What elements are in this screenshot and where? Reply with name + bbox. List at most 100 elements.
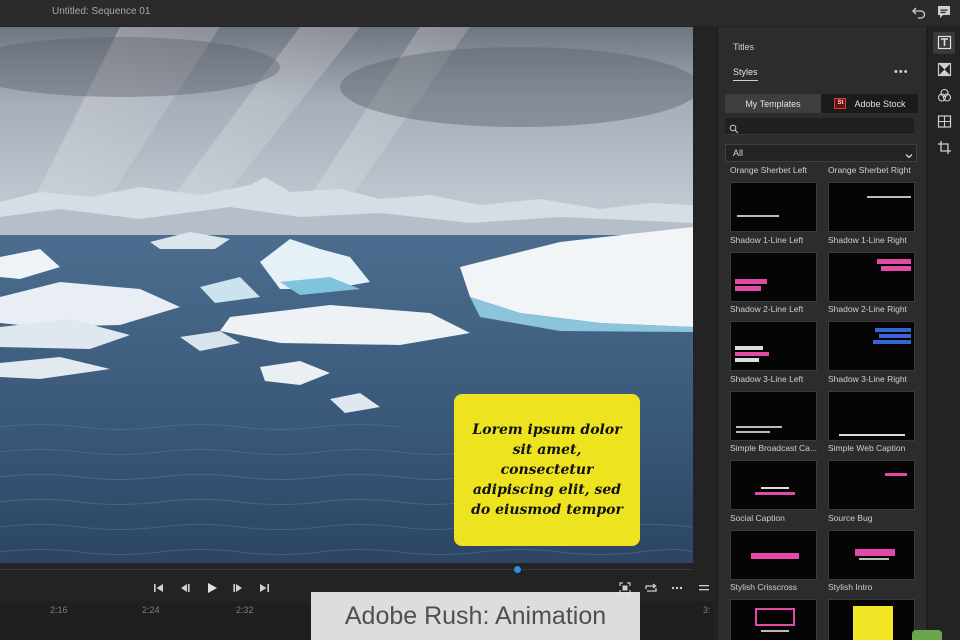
template-label: Orange Sherbet Right xyxy=(828,165,911,175)
thumb-caption-bar xyxy=(873,340,911,344)
template-thumbnail[interactable] xyxy=(730,321,817,371)
thumb-caption-bar xyxy=(735,346,763,350)
playback-scrubber[interactable] xyxy=(0,566,693,573)
search-box[interactable] xyxy=(725,118,914,135)
template-tile[interactable]: Shadow 3-Line Left xyxy=(730,374,820,444)
template-thumbnail[interactable] xyxy=(828,182,915,232)
template-tile[interactable]: Shadow 2-Line Left xyxy=(730,304,820,374)
video-preview[interactable]: Lorem ipsum dolor sit amet, consectetur … xyxy=(0,27,693,563)
tool-rail xyxy=(927,27,960,640)
category-dropdown[interactable]: All xyxy=(725,144,917,162)
thumb-caption-bar xyxy=(755,492,795,495)
my-templates-label: My Templates xyxy=(745,98,801,109)
thumb-text-line xyxy=(761,487,789,489)
layout-icon[interactable] xyxy=(937,114,952,129)
more-options-icon[interactable] xyxy=(670,581,684,595)
adobe-stock-logo-icon: St xyxy=(834,98,847,109)
thumb-caption-bar xyxy=(735,285,761,291)
adobe-stock-label: Adobe Stock xyxy=(854,98,906,109)
template-label: Social Caption xyxy=(730,512,785,523)
search-icon xyxy=(729,121,739,139)
template-tile[interactable]: Stylish Crisscross xyxy=(730,582,820,640)
document-title: Untitled: Sequence 01 xyxy=(52,6,151,17)
template-tile[interactable]: Shadow 2-Line Right xyxy=(828,304,918,374)
tab-styles[interactable]: Styles xyxy=(733,67,758,81)
go-to-end-icon[interactable] xyxy=(257,581,271,595)
undo-icon[interactable] xyxy=(911,4,927,20)
template-thumbnail[interactable] xyxy=(828,599,915,640)
thumb-text-line xyxy=(859,557,889,560)
template-label: Shadow 2-Line Right xyxy=(828,304,907,314)
template-tile[interactable]: Shadow 3-Line Right xyxy=(828,374,918,444)
playhead-handle[interactable] xyxy=(514,566,521,573)
crop-icon[interactable] xyxy=(937,140,952,155)
text-styles-icon[interactable] xyxy=(937,35,952,50)
timeline-tick: 2:16 xyxy=(50,605,68,615)
thumb-text-line xyxy=(737,215,779,217)
adobe-stock-button[interactable]: St Adobe Stock xyxy=(822,94,918,113)
template-thumbnail[interactable] xyxy=(730,251,817,302)
timeline-tick: 2:32 xyxy=(236,605,254,615)
template-thumbnail[interactable] xyxy=(828,460,915,510)
template-tile[interactable]: Simple Broadcast Ca... xyxy=(730,443,820,513)
thumb-frame xyxy=(755,608,795,626)
thumb-text-line xyxy=(867,196,911,198)
caption-text[interactable]: Lorem ipsum dolor sit amet, consectetur … xyxy=(464,420,630,520)
thumb-text-line xyxy=(736,425,782,428)
template-thumbnail[interactable] xyxy=(828,321,915,371)
thumb-caption-bar xyxy=(879,334,911,338)
template-tile[interactable]: Simple Web Caption xyxy=(828,443,918,513)
template-label: Shadow 3-Line Left xyxy=(730,373,804,384)
template-tile[interactable]: Stylish Intro xyxy=(828,582,918,640)
template-thumbnail[interactable] xyxy=(730,599,817,640)
template-thumbnail[interactable] xyxy=(730,182,817,232)
template-tile[interactable]: Social Caption xyxy=(730,513,820,583)
template-thumbnail[interactable] xyxy=(828,390,915,441)
menu-icon[interactable] xyxy=(697,581,711,595)
template-label: Simple Web Caption xyxy=(828,443,906,453)
template-thumbnail[interactable] xyxy=(730,529,817,580)
category-dropdown-value: All xyxy=(733,148,744,158)
panel-more-icon[interactable]: ••• xyxy=(894,66,909,78)
comment-icon[interactable] xyxy=(936,4,952,20)
step-back-icon[interactable] xyxy=(178,581,192,595)
template-tile[interactable]: Orange Sherbet Left xyxy=(730,165,820,235)
play-icon[interactable] xyxy=(205,581,219,595)
chevron-down-icon xyxy=(904,148,914,166)
template-thumbnail[interactable] xyxy=(828,251,915,302)
step-forward-icon[interactable] xyxy=(231,581,245,595)
template-label: Simple Broadcast Ca... xyxy=(730,443,817,453)
caption-title-box[interactable]: Lorem ipsum dolor sit amet, consectetur … xyxy=(454,394,640,546)
template-tile[interactable]: Shadow 1-Line Right xyxy=(828,235,918,305)
app-window: Untitled: Sequence 01 Lorem ipsum dolor … xyxy=(0,0,960,640)
loop-icon[interactable] xyxy=(644,581,658,595)
watermark-label: Adobe Rush: Animation xyxy=(311,592,640,640)
thumb-caption-bar xyxy=(875,328,911,332)
transitions-icon[interactable] xyxy=(937,62,952,77)
template-tile[interactable]: Orange Sherbet Right xyxy=(828,165,918,235)
template-tile[interactable]: Shadow 1-Line Left xyxy=(730,235,820,305)
thumb-caption-bar xyxy=(735,358,759,362)
template-label: Shadow 1-Line Left xyxy=(730,234,804,245)
template-label: Source Bug xyxy=(828,512,873,523)
template-thumbnail[interactable] xyxy=(828,529,915,580)
template-tile[interactable]: Source Bug xyxy=(828,513,918,583)
thumb-caption-bar xyxy=(735,352,769,356)
template-label: Stylish Intro xyxy=(828,582,873,592)
template-thumbnail[interactable] xyxy=(730,390,817,441)
thumb-caption-bar xyxy=(885,473,907,476)
scrubber-track[interactable] xyxy=(0,569,693,570)
thumb-caption-bar xyxy=(855,548,895,556)
template-thumbnail[interactable] xyxy=(730,460,817,510)
feedback-badge[interactable] xyxy=(912,630,942,640)
thumb-caption-bar xyxy=(881,265,911,271)
go-to-start-icon[interactable] xyxy=(152,581,166,595)
thumb-text-line xyxy=(736,430,770,433)
color-icon[interactable] xyxy=(937,88,952,103)
template-label: Orange Sherbet Left xyxy=(730,165,808,175)
thumb-caption-bar xyxy=(751,552,799,559)
source-toggle: My Templates St Adobe Stock xyxy=(725,94,918,113)
template-label: Shadow 2-Line Left xyxy=(730,304,804,314)
my-templates-button[interactable]: My Templates xyxy=(725,94,821,113)
search-input[interactable] xyxy=(743,119,908,134)
